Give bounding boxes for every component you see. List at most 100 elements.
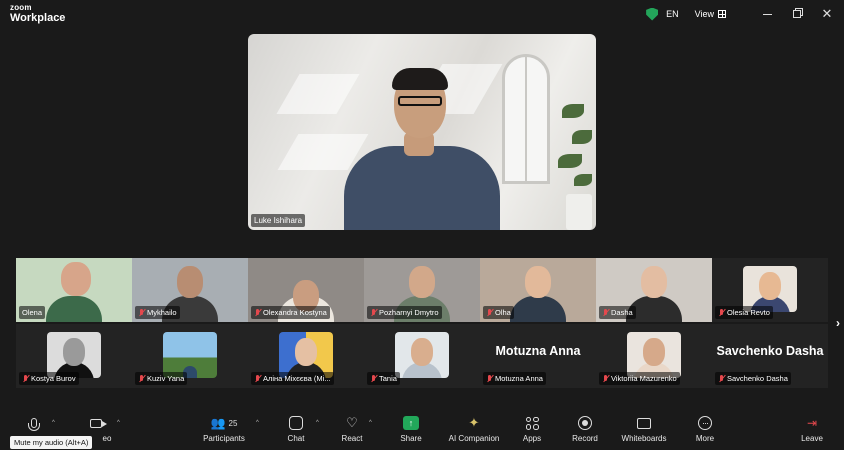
more-button[interactable]: ··· More [675,414,735,443]
plant-leaf [558,154,582,168]
participant-tile[interactable]: Tania [364,324,480,388]
participant-face [63,338,85,366]
participant-name-tag: Savchenko Dasha [715,372,791,385]
plant-leaf [562,104,584,118]
participant-name-tag: Аліна Міхєєва (Mi... [251,372,334,385]
participant-name-tag: Mykhailo [135,306,180,319]
participant-name: Kuziv Yana [147,374,185,383]
participant-tile[interactable]: Аліна Міхєєва (Mi... [248,324,364,388]
participant-tile[interactable]: Savchenko Dasha Savchenko Dasha [712,324,828,388]
view-label: View [694,9,714,19]
apps-icon [525,416,539,430]
close-button[interactable]: ✕ [816,5,838,23]
zoom-workplace-logo: zoom Workplace [10,4,65,24]
participant-display-name: Savchenko Dasha [716,344,824,358]
muted-mic-icon [486,374,493,383]
record-button[interactable]: Record [555,414,615,443]
participant-display-name: Motuzna Anna [495,344,581,358]
leave-button[interactable]: ⇥ Leave [782,414,842,443]
restore-button[interactable] [786,5,808,23]
muted-mic-icon [602,374,609,383]
leave-label: Leave [801,434,823,443]
muted-mic-icon [718,374,725,383]
mute-audio-button[interactable] [4,414,64,434]
muted-mic-icon [718,308,725,317]
participant-tile[interactable]: Mykhailo [132,258,248,322]
participant-tile[interactable]: Viktoriia Mazurenko [596,324,712,388]
share-button[interactable]: ↑ Share [381,414,441,443]
participant-face [61,262,91,296]
participant-face [177,266,203,298]
participant-name-tag: Kostya Burov [19,372,79,385]
participant-name: Olesia Revto [727,308,770,317]
participant-name-tag: Kuziv Yana [135,372,188,385]
participant-tile[interactable]: Pozharnyi Dmytro [364,258,480,322]
muted-mic-icon [602,308,609,317]
encryption-shield-icon[interactable] [646,7,659,21]
participant-name-tag: Pozharnyi Dmytro [367,306,442,319]
chat-options-chevron-icon[interactable]: ^ [316,420,319,426]
participant-name: Olena [22,308,43,317]
close-icon: ✕ [821,6,833,21]
whiteboard-icon [637,417,651,429]
plant-leaf [572,130,592,144]
participant-name: Tania [379,374,397,383]
participants-button[interactable]: 👥 25 Participants [194,414,254,443]
participant-tile[interactable]: Kuziv Yana [132,324,248,388]
arched-window [502,54,550,184]
whiteboards-label: Whiteboards [621,434,667,443]
apps-label: Apps [522,434,542,443]
apps-button[interactable]: Apps [502,414,562,443]
participant-name: Viktoriia Mazurenko [611,374,677,383]
participant-tile[interactable]: Motuzna Anna Motuzna Anna [480,324,596,388]
whiteboards-button[interactable]: Whiteboards [614,414,674,443]
react-options-chevron-icon[interactable]: ^ [369,420,372,426]
heart-icon: ♡ [346,415,358,430]
participant-tile[interactable]: Olesia Revto [712,258,828,322]
speaker-hair [392,68,448,90]
mute-audio-tooltip: Mute my audio (Alt+A) [10,436,93,449]
participants-options-chevron-icon[interactable]: ^ [256,420,259,426]
participant-tile[interactable]: Olena [16,258,132,322]
participant-tile[interactable]: Olha [480,258,596,322]
audio-options-chevron-icon[interactable]: ^ [52,420,55,426]
participant-torso [46,296,102,322]
muted-mic-icon [254,374,261,383]
participant-face [525,266,551,298]
minimize-button[interactable] [756,5,778,23]
record-label: Record [572,434,598,443]
language-button[interactable]: EN [666,9,679,19]
participant-gallery: Olena Mykhailo Olexandra Kostyna Pozharn… [16,258,828,388]
react-button[interactable]: ♡ React [322,414,382,443]
speaker-name-tag: Luke Ishihara [251,214,306,227]
participant-name: Motuzna Anna [495,374,543,383]
participant-name-tag: Olexandra Kostyna [251,306,330,319]
chat-button[interactable]: Chat [266,414,326,443]
participant-face [411,338,433,366]
title-bar: zoom Workplace EN View ✕ [0,0,844,28]
sparkle-icon: ✦ [468,415,480,430]
more-icon: ··· [698,416,712,430]
participant-name: Olha [495,308,511,317]
participant-tile[interactable]: Kostya Burov [16,324,132,388]
muted-mic-icon [370,308,377,317]
participant-torso [510,296,566,322]
meeting-toolbar: ^ eo ^ 👥 25 Participants ^ Chat ^ ♡ React… [0,408,844,450]
view-button[interactable]: View [695,9,726,19]
ai-companion-button[interactable]: ✦ AI Companion [444,414,504,443]
participant-name-tag: Dasha [599,306,636,319]
participant-name-tag: Motuzna Anna [483,372,546,385]
participant-name-tag: Olesia Revto [715,306,773,319]
participant-tile[interactable]: Dasha [596,258,712,322]
active-speaker-video[interactable]: Luke Ishihara [248,34,596,230]
next-page-chevron-icon[interactable]: › [836,316,840,330]
speaker-torso [344,146,500,230]
plant-pot [566,194,592,230]
participant-avatar [395,332,449,378]
speaker-name: Luke Ishihara [254,216,303,225]
wall-light-patch [276,74,360,114]
participants-label: Participants [203,434,245,443]
participant-tile[interactable]: Olexandra Kostyna [248,258,364,322]
video-options-chevron-icon[interactable]: ^ [117,420,120,426]
share-screen-icon: ↑ [403,416,419,430]
